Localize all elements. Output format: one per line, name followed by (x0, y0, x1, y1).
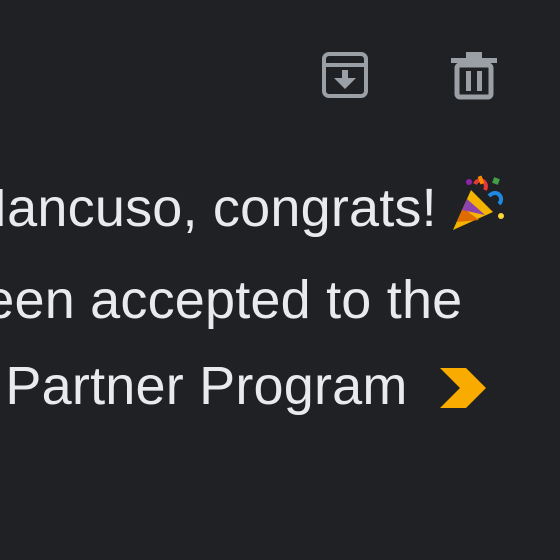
archive-icon (320, 50, 370, 100)
subject-line-2: been accepted to the (0, 270, 463, 330)
delete-button[interactable] (449, 50, 499, 100)
email-subject: Mancuso, congrats! been accepted to the … (0, 165, 560, 433)
email-screen: Mancuso, congrats! been accepted to the … (0, 0, 560, 560)
trash-icon (449, 50, 499, 100)
subject-line-1: Mancuso, congrats! (0, 165, 560, 257)
subject-line-3: e Partner Program (0, 343, 560, 433)
importance-marker-icon[interactable] (439, 347, 486, 433)
archive-button[interactable] (320, 50, 370, 100)
party-popper-icon (449, 171, 507, 257)
subject-line-3-text: e Partner Program (0, 356, 408, 416)
subject-line-1-text: Mancuso, congrats! (0, 178, 437, 238)
